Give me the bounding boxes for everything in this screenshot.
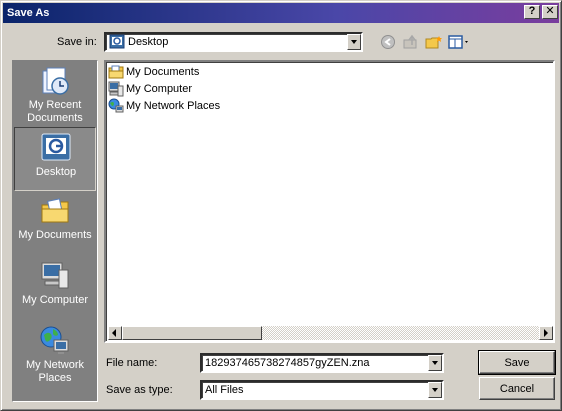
list-item[interactable]: My Network Places bbox=[108, 98, 220, 114]
places-bar: My Recent Documents Desktop My Documents bbox=[12, 60, 98, 402]
arrow-right-icon bbox=[544, 329, 548, 337]
file-name: My Documents bbox=[126, 66, 200, 78]
close-button[interactable]: ✕ bbox=[542, 5, 558, 19]
save-as-type-label: Save as type: bbox=[106, 384, 173, 396]
scroll-left-button[interactable] bbox=[108, 326, 122, 340]
back-icon[interactable] bbox=[379, 34, 397, 50]
place-network-places[interactable]: My Network Places bbox=[14, 323, 96, 387]
save-in-value: Desktop bbox=[128, 36, 169, 48]
folder-icon bbox=[108, 65, 124, 79]
chevron-down-icon[interactable] bbox=[428, 382, 442, 398]
window-title: Save As bbox=[7, 7, 50, 19]
place-label: My Computer bbox=[21, 294, 89, 306]
list-item[interactable]: My Documents bbox=[108, 64, 199, 80]
save-as-dialog: Save As ? ✕ Save in: Desktop My Recent D… bbox=[0, 0, 562, 411]
file-name: My Network Places bbox=[126, 100, 221, 112]
place-label: My Documents bbox=[18, 229, 92, 241]
place-my-documents[interactable]: My Documents bbox=[14, 193, 96, 257]
place-label: My Recent Documents bbox=[27, 99, 83, 124]
network-places-icon bbox=[40, 326, 69, 354]
save-in-label: Save in: bbox=[57, 36, 97, 48]
save-as-type-value: All Files bbox=[205, 384, 244, 396]
new-folder-icon[interactable] bbox=[425, 34, 443, 50]
chevron-down-icon[interactable] bbox=[428, 355, 442, 371]
place-label: Desktop bbox=[35, 166, 77, 178]
desktop-small-icon bbox=[109, 34, 125, 49]
up-folder-icon[interactable] bbox=[402, 34, 420, 50]
place-desktop[interactable]: Desktop bbox=[14, 127, 96, 191]
my-computer-icon bbox=[41, 262, 69, 289]
list-item[interactable]: My Computer bbox=[108, 81, 192, 97]
scroll-thumb[interactable] bbox=[122, 326, 262, 340]
file-name-label: File name: bbox=[106, 357, 158, 369]
file-name-input[interactable]: 182937465738274857gyZEN.zna bbox=[200, 353, 444, 373]
file-name-value: 182937465738274857gyZEN.zna bbox=[205, 357, 370, 369]
my-documents-icon bbox=[41, 198, 69, 223]
file-name: My Computer bbox=[126, 83, 193, 95]
horizontal-scrollbar[interactable] bbox=[108, 326, 553, 340]
place-recent-documents[interactable]: My Recent Documents bbox=[14, 63, 96, 127]
scroll-right-button[interactable] bbox=[539, 326, 553, 340]
recent-documents-icon bbox=[42, 67, 69, 95]
cancel-button[interactable]: Cancel bbox=[479, 377, 555, 400]
computer-icon bbox=[108, 81, 124, 97]
place-my-computer[interactable]: My Computer bbox=[14, 258, 96, 322]
file-list[interactable]: My Documents My Computer My Network Plac… bbox=[104, 60, 555, 343]
desktop-icon bbox=[41, 133, 71, 161]
arrow-left-icon bbox=[112, 329, 116, 337]
views-menu-icon[interactable] bbox=[448, 34, 472, 50]
network-icon bbox=[108, 98, 124, 113]
place-label: My Network Places bbox=[25, 359, 85, 384]
title-bar[interactable]: Save As bbox=[3, 3, 559, 23]
save-button[interactable]: Save bbox=[478, 350, 556, 375]
save-in-dropdown[interactable]: Desktop bbox=[104, 32, 363, 52]
save-as-type-dropdown[interactable]: All Files bbox=[200, 380, 444, 400]
help-button[interactable]: ? bbox=[524, 5, 540, 19]
chevron-down-icon[interactable] bbox=[347, 34, 361, 50]
